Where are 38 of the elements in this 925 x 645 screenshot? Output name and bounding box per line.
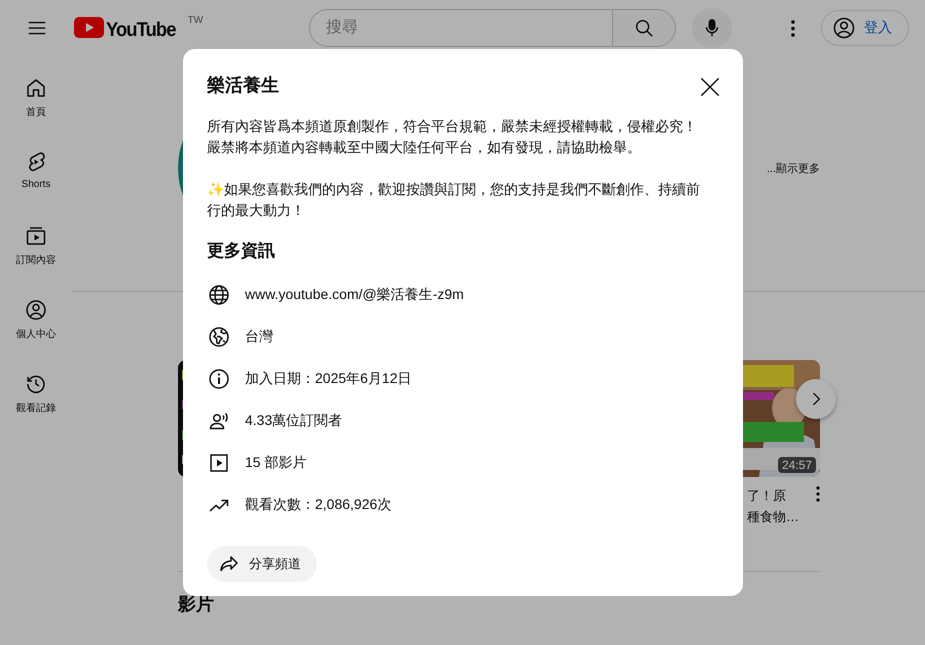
detail-text: 台灣 bbox=[245, 328, 273, 346]
dialog-title: 樂活養生 bbox=[207, 74, 279, 97]
voice-search-button[interactable] bbox=[692, 8, 732, 48]
sidebar-item[interactable]: Shorts bbox=[0, 134, 72, 208]
description-line: ✨如果您喜歡我們的內容，歡迎按讚與訂閱，您的支持是我們不斷創作、持續前行的最大動力！ bbox=[207, 180, 701, 220]
video-title-line[interactable]: 了！原 bbox=[747, 485, 816, 506]
sidebar-item[interactable]: 個人中心 bbox=[0, 282, 72, 356]
more-icon bbox=[816, 486, 820, 502]
search-button[interactable] bbox=[612, 9, 676, 47]
sidebar-item[interactable]: 首頁 bbox=[0, 60, 72, 134]
share-channel-button[interactable]: 分享頻道 bbox=[207, 546, 317, 582]
search-icon bbox=[633, 17, 655, 39]
description-line: 嚴禁將本頻道內容轉載至中國大陸任何平台，如有發現，請協助檢舉。 bbox=[207, 138, 642, 157]
sidebar-item[interactable]: 訂閱內容 bbox=[0, 208, 72, 282]
video-duration: 24:57 bbox=[778, 457, 816, 473]
next-button[interactable] bbox=[796, 379, 836, 419]
account-icon bbox=[832, 16, 856, 40]
section-heading: 更多資訊 bbox=[207, 240, 276, 262]
info-icon bbox=[207, 367, 231, 391]
more-icon bbox=[791, 20, 795, 36]
video-title-line[interactable]: 種食物… bbox=[747, 506, 816, 527]
channel-link[interactable]: www.youtube.com/@樂活養生-z9m bbox=[245, 286, 464, 304]
logo-text[interactable]: YouTube bbox=[106, 20, 176, 40]
description-line: 所有內容皆爲本頻道原創製作，符合平台規範，嚴禁未經授權轉載，侵權必究！ bbox=[207, 117, 698, 136]
detail-text: 4.33萬位訂閱者 bbox=[245, 412, 342, 430]
globe-icon bbox=[207, 283, 231, 307]
detail-text: 15 部影片 bbox=[245, 454, 306, 472]
sign-in-button[interactable]: 登入 bbox=[821, 10, 909, 46]
account-icon bbox=[24, 298, 48, 322]
search-field[interactable]: 搜尋 bbox=[309, 9, 612, 47]
logo-icon bbox=[74, 16, 104, 38]
region-code: TW bbox=[188, 14, 204, 26]
section-title: 影片 bbox=[178, 593, 215, 616]
sidebar-item[interactable]: 觀看記錄 bbox=[0, 356, 72, 430]
detail-text: 加入日期：2025年6月12日 bbox=[245, 370, 412, 388]
earth-icon bbox=[207, 325, 231, 349]
detail-text: 觀看次數：2,086,926次 bbox=[245, 496, 392, 514]
show-more-link[interactable]: ...顯示更多 bbox=[766, 160, 820, 176]
